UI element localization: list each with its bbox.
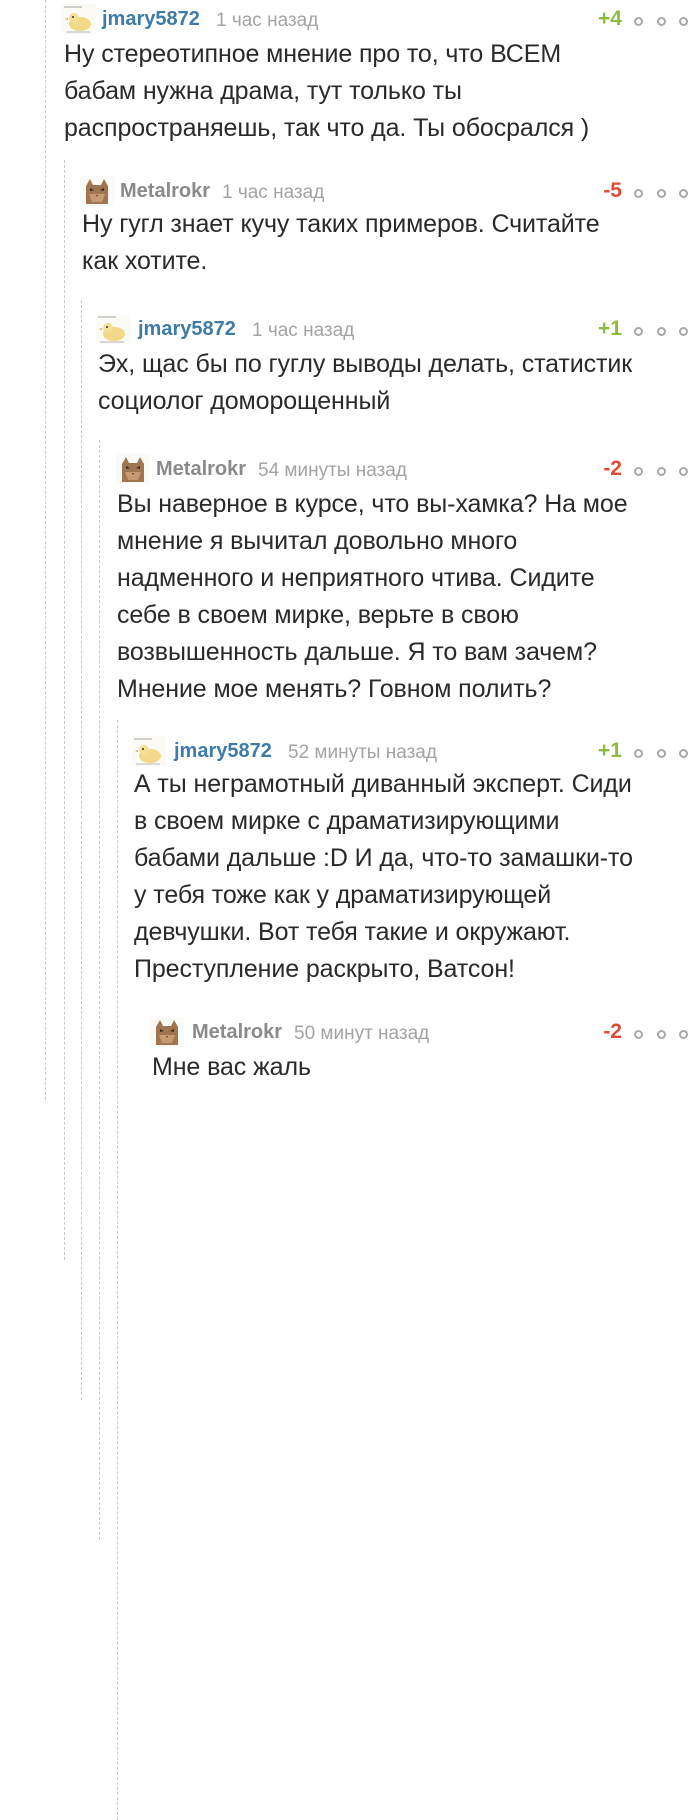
comment-rating: -2 [603, 1020, 622, 1043]
chicken-avatar-icon[interactable] [62, 4, 96, 34]
comment-header: jmary5872 52 минуты назад +1 [0, 736, 700, 770]
comment-time: 52 минуты назад [288, 742, 437, 763]
comment-text: Вы наверное в курсе, что вы-хамка? На мо… [117, 490, 628, 703]
comment-time: 1 час назад [222, 182, 325, 203]
comment: Metalrokr 1 час назад -5 Ну гугл знает к… [0, 176, 700, 275]
comment-header: Metalrokr 1 час назад -5 [0, 176, 700, 210]
thread-line [45, 0, 46, 1100]
comment-text: Эх, щас бы по гуглу выводы делать, стати… [98, 350, 633, 415]
chicken-avatar-icon[interactable] [96, 314, 130, 344]
thread-line [99, 440, 100, 1540]
comment-rating: -5 [603, 179, 622, 202]
comment-text: Мне вас жаль [152, 1053, 311, 1081]
comment-time: 1 час назад [216, 10, 319, 31]
comment-time: 50 минут назад [294, 1023, 430, 1044]
comment-time: 54 минуты назад [258, 460, 407, 481]
comment-rating: -2 [603, 457, 622, 480]
cat-avatar-icon[interactable] [150, 1017, 184, 1047]
comment: Metalrokr 54 минуты назад -2 Вы наверное… [0, 454, 700, 703]
username[interactable]: jmary5872 [174, 740, 272, 763]
comment-text: Ну стереотипное мнение про то, что ВСЕМ … [64, 40, 590, 142]
username[interactable]: jmary5872 [138, 318, 236, 341]
comment-time: 1 час назад [252, 320, 355, 341]
thread-line [117, 720, 118, 1820]
cat-avatar-icon[interactable] [80, 176, 114, 206]
more-options-icon[interactable] [634, 15, 688, 27]
chicken-avatar-icon[interactable] [132, 736, 166, 766]
comment-header: Metalrokr 50 минут назад -2 [0, 1017, 700, 1051]
comment: Metalrokr 50 минут назад -2 Мне вас жаль [0, 1017, 700, 1081]
comment-rating: +1 [598, 739, 622, 762]
comment-rating: +4 [598, 7, 622, 30]
comment: jmary5872 1 час назад +1 Эх, щас бы по г… [0, 314, 700, 415]
more-options-icon[interactable] [634, 465, 688, 477]
comment-header: Metalrokr 54 минуты назад -2 [0, 454, 700, 488]
comment-header: jmary5872 1 час назад +1 [0, 314, 700, 348]
comment: jmary5872 52 минуты назад +1 А ты неграм… [0, 736, 700, 983]
more-options-icon[interactable] [634, 747, 688, 759]
comment: jmary5872 1 час назад +4 Ну стереотипное… [0, 4, 700, 142]
more-options-icon[interactable] [634, 187, 688, 199]
username[interactable]: Metalrokr [120, 180, 210, 203]
comment-rating: +1 [598, 317, 622, 340]
username[interactable]: jmary5872 [102, 8, 200, 31]
comment-text: Ну гугл знает кучу таких примеров. Счита… [82, 210, 600, 275]
cat-avatar-icon[interactable] [116, 454, 150, 484]
comment-header: jmary5872 1 час назад +4 [0, 4, 700, 38]
username[interactable]: Metalrokr [156, 458, 246, 481]
username[interactable]: Metalrokr [192, 1021, 282, 1044]
comment-text: А ты неграмотный диванный эксперт. Сиди … [134, 770, 633, 983]
more-options-icon[interactable] [634, 325, 688, 337]
more-options-icon[interactable] [634, 1028, 688, 1040]
